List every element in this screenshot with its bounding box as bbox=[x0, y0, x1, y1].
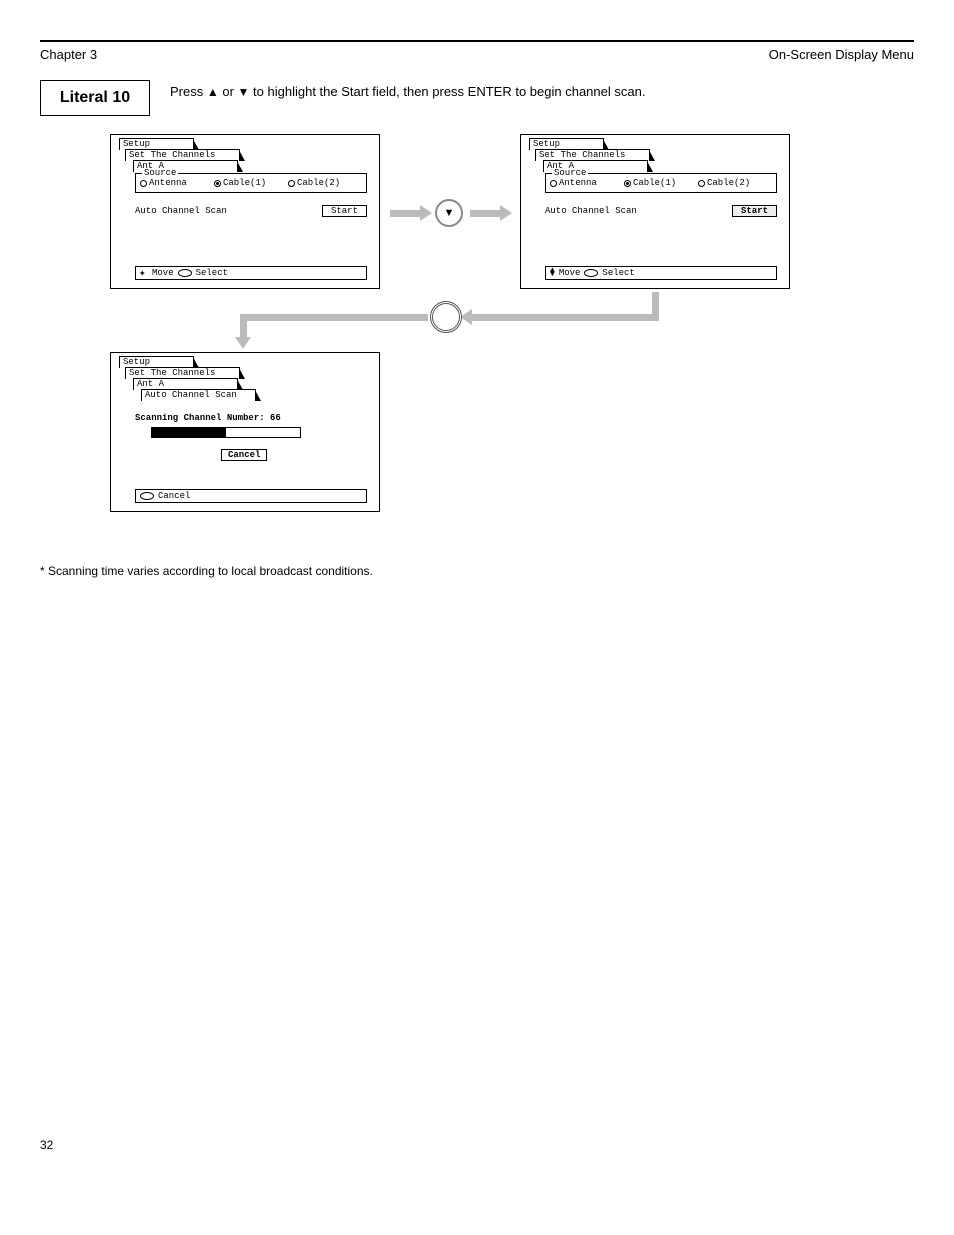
arrow-down-icon: ▼ bbox=[238, 85, 250, 99]
footer-move: Move bbox=[152, 268, 174, 278]
flow-line bbox=[470, 314, 659, 321]
remote-enter-button[interactable] bbox=[430, 301, 462, 333]
footer-bar: ▲▼ Move Select bbox=[545, 266, 777, 280]
flow-line bbox=[240, 314, 428, 321]
move-icon bbox=[140, 269, 148, 277]
source-label: Source bbox=[552, 168, 588, 178]
screen-scanning: Setup Set The Channels Ant A Auto Channe… bbox=[110, 352, 380, 512]
literal-box: Literal 10 bbox=[40, 80, 150, 116]
progress-bar bbox=[151, 427, 301, 438]
radio-antenna[interactable]: Antenna bbox=[140, 178, 214, 188]
select-icon bbox=[584, 269, 598, 277]
text: to highlight the Start field, then press… bbox=[253, 84, 645, 99]
arrow-down-icon: ▼ bbox=[444, 207, 455, 219]
remote-down-button[interactable]: ▼ bbox=[435, 199, 463, 227]
section-label: On-Screen Display Menu bbox=[769, 47, 914, 62]
radio-cable2[interactable]: Cable(2) bbox=[698, 178, 772, 188]
scan-text: Scanning Channel Number: bbox=[135, 413, 270, 423]
start-button[interactable]: Start bbox=[322, 205, 367, 217]
footer-move: Move bbox=[559, 268, 581, 278]
tab-auto-scan: Auto Channel Scan bbox=[141, 389, 256, 401]
footnote: * Scanning time varies according to loca… bbox=[40, 564, 914, 578]
footer-select: Select bbox=[196, 268, 228, 278]
footer-bar: Cancel bbox=[135, 489, 367, 503]
chapter-label: Chapter 3 bbox=[40, 47, 97, 62]
text: Press bbox=[170, 84, 207, 99]
radio-cable2[interactable]: Cable(2) bbox=[288, 178, 362, 188]
source-fieldset: Source Antenna Cable(1) Cable(2) bbox=[545, 173, 777, 193]
footer-select: Select bbox=[602, 268, 634, 278]
flow-arrow bbox=[240, 314, 247, 339]
auto-scan-row: Auto Channel Scan Start bbox=[135, 205, 367, 217]
screen-antA-source: Setup Set The Channels Ant A Source Ante… bbox=[110, 134, 380, 289]
scan-number: 66 bbox=[270, 413, 281, 423]
radio-cable1[interactable]: Cable(1) bbox=[214, 178, 288, 188]
flow-arrow bbox=[470, 210, 502, 217]
instruction-text: Press ▲ or ▼ to highlight the Start fiel… bbox=[170, 80, 914, 116]
scanning-label: Scanning Channel Number: 66 bbox=[135, 413, 281, 423]
source-label: Source bbox=[142, 168, 178, 178]
footer-bar: Move Select bbox=[135, 266, 367, 280]
flow-arrow bbox=[390, 210, 422, 217]
select-icon bbox=[178, 269, 192, 277]
auto-scan-label: Auto Channel Scan bbox=[135, 206, 227, 216]
radio-cable1[interactable]: Cable(1) bbox=[624, 178, 698, 188]
instruction-row: Literal 10 Press ▲ or ▼ to highlight the… bbox=[40, 80, 914, 116]
top-rule bbox=[40, 40, 914, 42]
source-fieldset: Source Antenna Cable(1) Cable(2) bbox=[135, 173, 367, 193]
footer-cancel: Cancel bbox=[158, 491, 190, 501]
cancel-button[interactable]: Cancel bbox=[221, 449, 267, 461]
start-button-highlighted[interactable]: Start bbox=[732, 205, 777, 217]
radio-antenna[interactable]: Antenna bbox=[550, 178, 624, 188]
diagram: Setup Set The Channels Ant A Source Ante… bbox=[40, 134, 914, 554]
cancel-icon bbox=[140, 492, 154, 500]
flow-line bbox=[652, 292, 659, 314]
text: or bbox=[222, 84, 237, 99]
progress-fill bbox=[152, 428, 226, 437]
auto-scan-label: Auto Channel Scan bbox=[545, 206, 637, 216]
flow-arrow bbox=[470, 314, 471, 321]
auto-scan-row: Auto Channel Scan Start bbox=[545, 205, 777, 217]
updown-icon: ▲▼ bbox=[550, 269, 555, 277]
screen-start-highlight: Setup Set The Channels Ant A Source Ante… bbox=[520, 134, 790, 289]
page-number: 32 bbox=[40, 1138, 914, 1152]
page-header: Chapter 3 On-Screen Display Menu bbox=[40, 47, 914, 62]
arrow-up-icon: ▲ bbox=[207, 85, 219, 99]
